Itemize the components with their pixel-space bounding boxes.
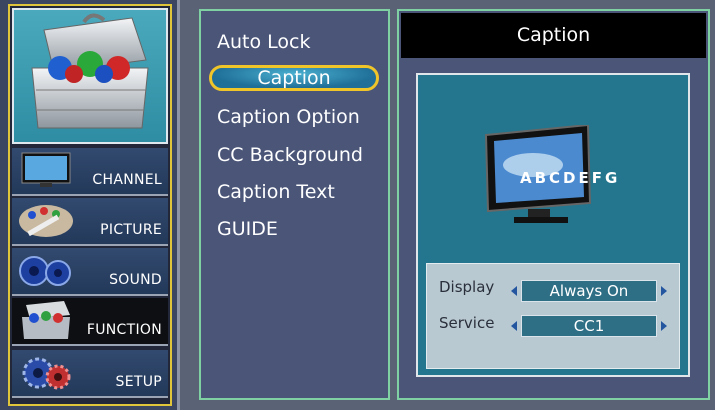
nav-item-function[interactable]: FUNCTION <box>12 298 168 346</box>
nav-item-label: CHANNEL <box>92 172 162 188</box>
nav-item-label: SOUND <box>109 272 162 288</box>
gears-icon <box>22 357 71 390</box>
panel-title: Caption <box>401 13 706 58</box>
display-prev-icon[interactable] <box>511 286 517 296</box>
toolbox-icon <box>31 13 149 129</box>
menu-item-cc-background[interactable]: CC Background <box>217 142 363 168</box>
nav-item-label: SETUP <box>115 374 162 390</box>
display-label: Display <box>439 278 495 296</box>
menu-item-caption[interactable]: Caption <box>209 65 379 91</box>
palette-icon <box>19 205 73 237</box>
service-select[interactable]: CC1 <box>521 315 657 337</box>
menu-item-caption-text[interactable]: Caption Text <box>217 179 335 205</box>
tv-icon: ABCDEFG <box>484 123 620 223</box>
menu-item-guide[interactable]: GUIDE <box>217 216 278 242</box>
nav-item-channel[interactable]: CHANNEL <box>12 148 168 196</box>
display-next-icon[interactable] <box>661 286 667 296</box>
tv-icon <box>21 152 71 187</box>
function-menu: Auto Lock Caption Caption Option CC Back… <box>199 9 390 400</box>
caption-panel: Caption ABCDEFG Display Always On Servic… <box>397 9 710 400</box>
display-select[interactable]: Always On <box>521 280 657 302</box>
service-prev-icon[interactable] <box>511 321 517 331</box>
speaker-icon <box>19 256 71 286</box>
caption-preview: ABCDEFG <box>478 123 648 235</box>
caption-preview-letters: ABCDEFG <box>520 169 620 187</box>
menu-item-caption-option[interactable]: Caption Option <box>217 104 360 130</box>
panel-body: ABCDEFG Display Always On Service CC1 <box>416 73 690 377</box>
nav-item-sound[interactable]: SOUND <box>12 248 168 296</box>
service-label: Service <box>439 314 495 332</box>
service-next-icon[interactable] <box>661 321 667 331</box>
nav-item-picture[interactable]: PICTURE <box>12 198 168 246</box>
nav-frame: CHANNEL PICTURE SOUND FUNCTION SETUP <box>8 4 172 406</box>
nav-item-setup[interactable]: SETUP <box>12 350 168 398</box>
nav-item-label: FUNCTION <box>86 322 162 338</box>
nav-item-label: PICTURE <box>100 222 162 238</box>
function-hero-image <box>12 8 168 144</box>
caption-settings: Display Always On Service CC1 <box>426 263 680 369</box>
menu-item-auto-lock[interactable]: Auto Lock <box>217 29 310 55</box>
toolbox-icon <box>22 301 70 339</box>
main-nav: CHANNEL PICTURE SOUND FUNCTION SETUP <box>0 0 180 410</box>
